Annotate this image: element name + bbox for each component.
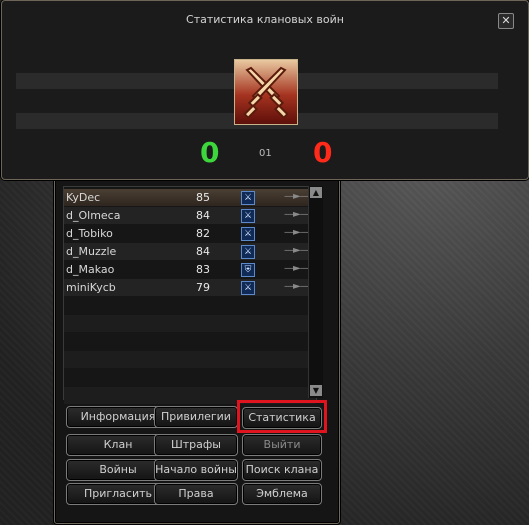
class-icon: ⚔	[241, 227, 255, 241]
member-name: d_Tobiko	[66, 227, 113, 240]
class-icon: ⚔	[241, 245, 255, 259]
member-row[interactable]: d_Muzzle 84 ⚔ —►—	[64, 243, 316, 260]
score-right: 0	[313, 136, 333, 169]
dialog-title: Статистика клановых войн	[186, 13, 344, 26]
scroll-down-arrow-icon[interactable]: ▼	[310, 385, 322, 396]
weapon-icon: —►—	[284, 263, 310, 274]
member-row[interactable]: d_Olmeca 84 ⚔ —►—	[64, 207, 316, 224]
empty-row	[64, 351, 316, 368]
privileges-button[interactable]: Привилегии	[154, 406, 238, 428]
member-level: 83	[196, 263, 210, 276]
search-clan-button[interactable]: Поиск клана	[242, 459, 322, 481]
round-label: 01	[259, 148, 272, 159]
class-icon: ⚔	[241, 191, 255, 205]
member-row[interactable]: miniKycb 79 ⚔ —►—	[64, 279, 316, 296]
member-list: KyDec 85 ⚔ —►— d_Olmeca 84 ⚔ —►— d_Tobik…	[63, 186, 317, 404]
weapon-icon: —►—	[284, 281, 310, 292]
member-row[interactable]: d_Makao 83 ⛨ —►—	[64, 261, 316, 278]
weapon-icon: —►—	[284, 209, 310, 220]
member-level: 84	[196, 245, 210, 258]
start-war-button[interactable]: Начало войны	[154, 459, 238, 481]
member-row[interactable]: KyDec 85 ⚔ —►—	[64, 189, 316, 206]
crossed-swords-icon	[234, 59, 298, 125]
score-left: 0	[200, 136, 220, 169]
rights-button[interactable]: Права	[154, 483, 238, 505]
member-name: miniKycb	[66, 281, 116, 294]
empty-row	[64, 315, 316, 332]
member-level: 84	[196, 209, 210, 222]
member-list-scrollbar[interactable]: ▲ ▼	[308, 186, 323, 398]
member-level: 82	[196, 227, 210, 240]
member-name: d_Makao	[66, 263, 115, 276]
fines-button[interactable]: Штрафы	[154, 434, 238, 456]
weapon-icon: —►—	[284, 245, 310, 256]
member-level: 85	[196, 191, 210, 204]
statistics-highlight-box	[237, 400, 327, 433]
close-icon[interactable]: ✕	[498, 13, 514, 29]
shield-icon: ⛨	[241, 263, 255, 277]
emblem-button[interactable]: Эмблема	[242, 483, 322, 505]
member-name: d_Muzzle	[66, 245, 117, 258]
member-level: 79	[196, 281, 210, 294]
exit-clan-button[interactable]: Выйти	[242, 434, 322, 456]
member-name: d_Olmeca	[66, 209, 121, 222]
scroll-up-arrow-icon[interactable]: ▲	[310, 187, 322, 198]
weapon-icon: —►—	[284, 191, 310, 202]
weapon-icon: —►—	[284, 227, 310, 238]
class-icon: ⚔	[241, 281, 255, 295]
clan-war-stats-dialog: Статистика клановых войн ✕ 0 01 0	[1, 0, 529, 180]
member-row[interactable]: d_Tobiko 82 ⚔ —►—	[64, 225, 316, 242]
class-icon: ⚔	[241, 209, 255, 223]
member-name: KyDec	[66, 191, 101, 204]
